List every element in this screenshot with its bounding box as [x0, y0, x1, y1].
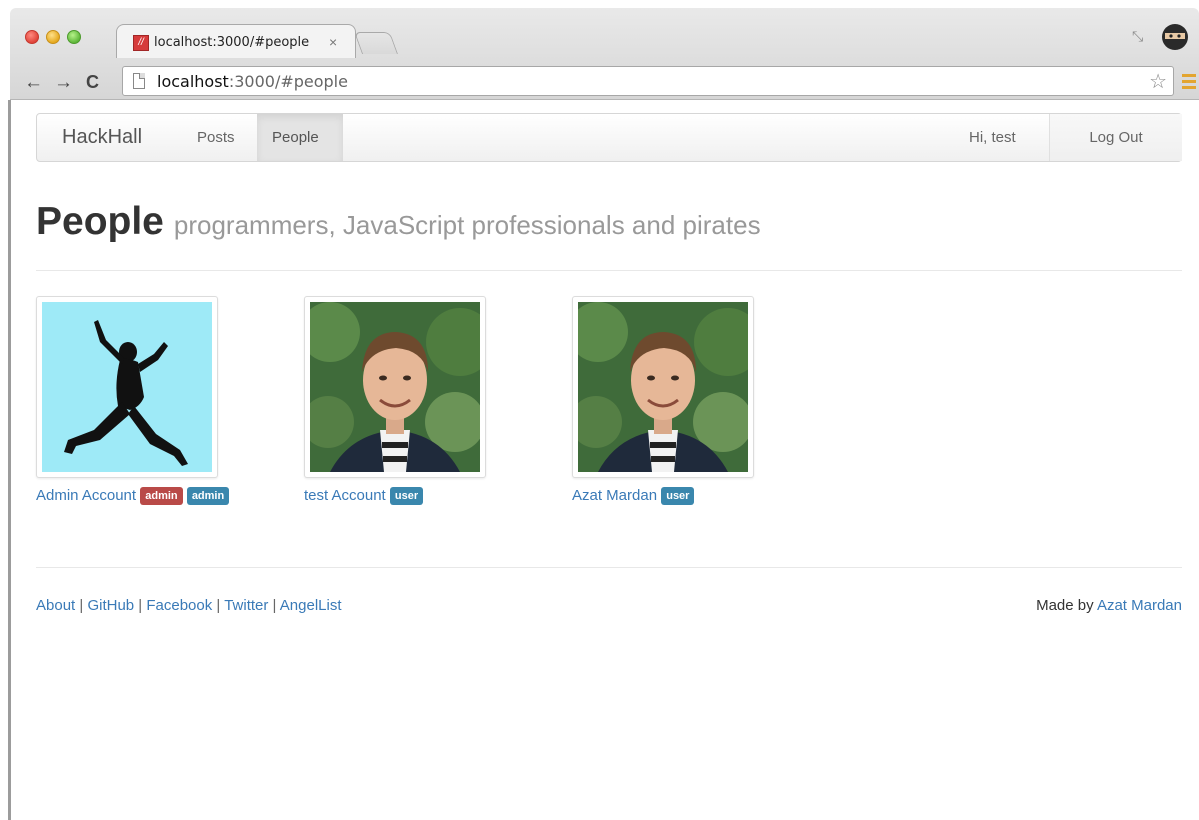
- person-caption: Azat Mardan user: [572, 487, 754, 505]
- person-caption: Admin Account admin admin: [36, 487, 230, 505]
- ninja-profile-icon[interactable]: [1160, 22, 1190, 52]
- footer-about-link[interactable]: About: [36, 597, 75, 614]
- browser-toolbar: // localhost:3000/#people × ⤡ ← → C loca…: [10, 8, 1199, 100]
- footer-separator: |: [134, 597, 147, 614]
- author-link[interactable]: Azat Mardan: [1097, 597, 1182, 614]
- person-name-link[interactable]: Admin Account: [36, 487, 136, 504]
- tab-title: localhost:3000/#people: [154, 35, 310, 50]
- url-text[interactable]: localhost:3000/#people: [157, 72, 348, 91]
- bookmark-star-icon[interactable]: ☆: [1149, 69, 1167, 94]
- minimize-window-button[interactable]: [46, 30, 60, 44]
- footer-github-link[interactable]: GitHub: [87, 597, 134, 614]
- favicon-icon: //: [133, 35, 149, 51]
- forward-arrow-icon[interactable]: →: [54, 72, 73, 94]
- role-badge: user: [661, 487, 695, 505]
- jumping-silhouette-photo: [42, 302, 212, 472]
- footer-links: About | GitHub | Facebook | Twitter | An…: [36, 597, 342, 614]
- person-caption: test Account user: [304, 487, 486, 505]
- person-card: Admin Account admin admin: [36, 296, 230, 505]
- footer-separator: |: [268, 597, 280, 614]
- navbar: HackHall Posts People Hi, test Log Out: [36, 113, 1182, 162]
- page-icon: [133, 73, 145, 89]
- nav-posts-link[interactable]: Posts: [182, 114, 250, 161]
- person-thumbnail[interactable]: [304, 296, 486, 478]
- person-thumbnail[interactable]: [572, 296, 754, 478]
- nav-people-link[interactable]: People: [257, 114, 343, 161]
- tab-close-icon[interactable]: ×: [329, 34, 337, 50]
- made-by: Made by Azat Mardan: [1036, 597, 1182, 614]
- footer-facebook-link[interactable]: Facebook: [146, 597, 212, 614]
- brand-link[interactable]: HackHall: [62, 126, 142, 149]
- reload-icon[interactable]: C: [86, 72, 99, 93]
- role-badge: admin: [186, 487, 230, 505]
- person-thumbnail[interactable]: [36, 296, 218, 478]
- footer-divider: [36, 567, 1182, 568]
- page-subtitle: programmers, JavaScript professionals an…: [173, 210, 761, 240]
- zoom-window-button[interactable]: [67, 30, 81, 44]
- footer-separator: |: [212, 597, 225, 614]
- person-name-link[interactable]: test Account: [304, 487, 386, 504]
- portrait-photo: [578, 302, 748, 472]
- portrait-photo: [310, 302, 480, 472]
- footer-twitter-link[interactable]: Twitter: [224, 597, 268, 614]
- new-tab-button[interactable]: [353, 32, 399, 54]
- browser-tab[interactable]: // localhost:3000/#people ×: [116, 24, 356, 58]
- made-by-prefix: Made by: [1036, 597, 1097, 614]
- page-header: People programmers, JavaScript profession…: [36, 200, 1182, 271]
- close-window-button[interactable]: [25, 30, 39, 44]
- fullscreen-icon[interactable]: ⤡: [1132, 28, 1143, 45]
- window-edge: [8, 100, 11, 820]
- person-name-link[interactable]: Azat Mardan: [572, 487, 657, 504]
- role-badge: admin: [140, 487, 183, 505]
- footer-separator: |: [75, 597, 88, 614]
- footer-angellist-link[interactable]: AngelList: [280, 597, 342, 614]
- person-card: test Account user: [304, 296, 486, 505]
- role-badge: user: [389, 487, 424, 505]
- page-title: People: [36, 200, 164, 243]
- person-card: Azat Mardan user: [572, 296, 754, 505]
- chrome-menu-icon[interactable]: [1182, 74, 1196, 92]
- user-greeting: Hi, test: [969, 129, 1016, 146]
- address-bar[interactable]: localhost:3000/#people ☆: [122, 66, 1174, 96]
- back-arrow-icon[interactable]: ←: [24, 72, 43, 94]
- logout-button[interactable]: Log Out: [1049, 114, 1182, 161]
